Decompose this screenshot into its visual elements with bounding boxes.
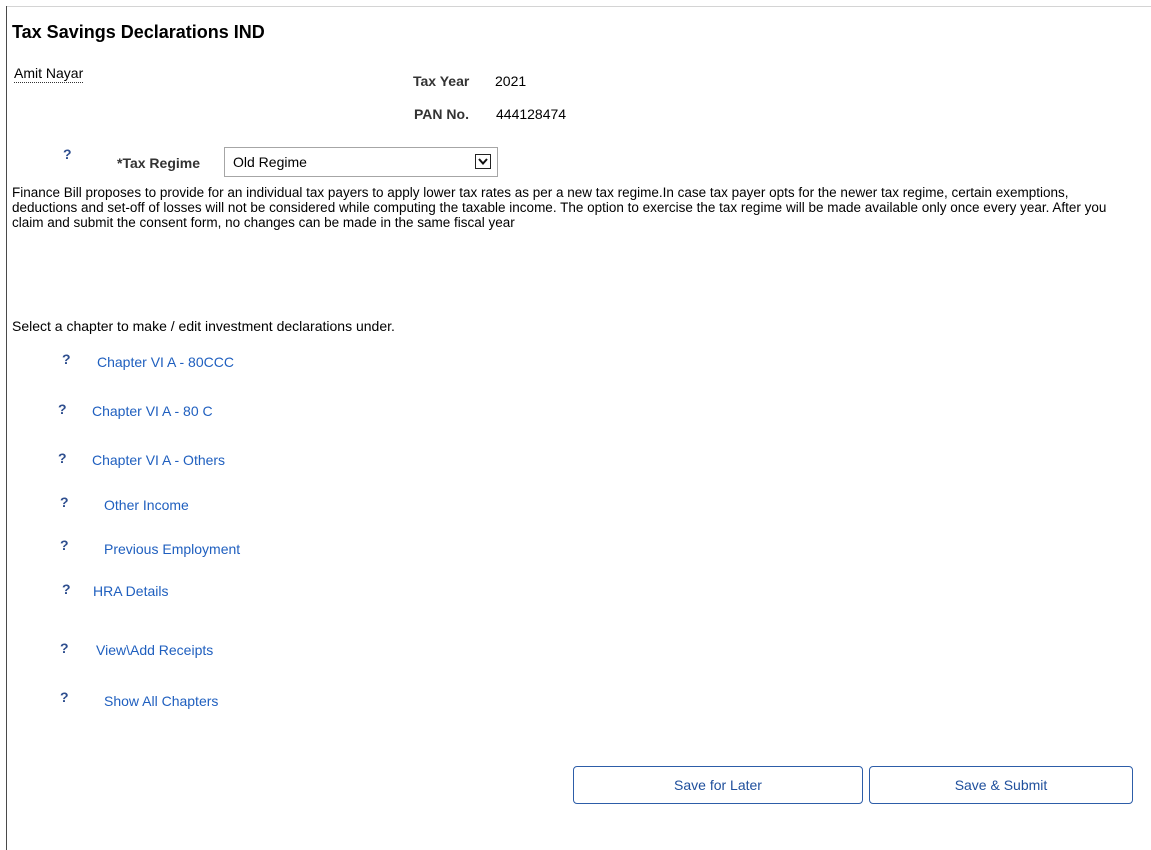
pan-label: PAN No. [414,106,469,122]
hra-details-help-icon[interactable]: ? [62,581,71,597]
chapter-80ccc-help-icon[interactable]: ? [62,351,71,367]
chapter-others-help-icon[interactable]: ? [58,450,67,466]
tax-year-value: 2021 [495,73,527,89]
tax-regime-note: Finance Bill proposes to provide for an … [12,185,1107,230]
chapter-80ccc-link[interactable]: Chapter VI A - 80CCC [97,354,234,370]
chapter-80c-help-icon[interactable]: ? [58,401,67,417]
tax-regime-select[interactable]: Old Regime [224,147,498,177]
view-add-receipts-help-icon[interactable]: ? [60,640,69,656]
other-income-help-icon[interactable]: ? [60,494,69,510]
chapter-others-link[interactable]: Chapter VI A - Others [92,452,225,468]
previous-employment-link[interactable]: Previous Employment [104,541,240,557]
pan-value: 444128474 [496,106,567,122]
tax-regime-selected-value: Old Regime [233,154,307,170]
frame-top-border [6,6,1151,7]
tax-regime-label: *Tax Regime [117,155,200,171]
show-all-chapters-help-icon[interactable]: ? [60,689,69,705]
chapter-80c-link[interactable]: Chapter VI A - 80 C [92,403,213,419]
chevron-down-icon[interactable] [475,154,491,169]
save-for-later-button[interactable]: Save for Later [573,766,863,804]
save-and-submit-button[interactable]: Save & Submit [869,766,1133,804]
employee-name-link[interactable]: Amit Nayar [14,65,84,83]
chapter-prompt: Select a chapter to make / edit investme… [12,318,395,334]
tax-regime-help-icon[interactable]: ? [63,146,72,162]
other-income-link[interactable]: Other Income [104,497,189,513]
hra-details-link[interactable]: HRA Details [93,583,168,599]
show-all-chapters-link[interactable]: Show All Chapters [104,693,218,709]
previous-employment-help-icon[interactable]: ? [60,537,69,553]
tax-year-label: Tax Year [413,73,470,89]
page-title: Tax Savings Declarations IND [12,22,265,42]
view-add-receipts-link[interactable]: View\Add Receipts [96,642,213,658]
frame-left-border [6,6,7,850]
